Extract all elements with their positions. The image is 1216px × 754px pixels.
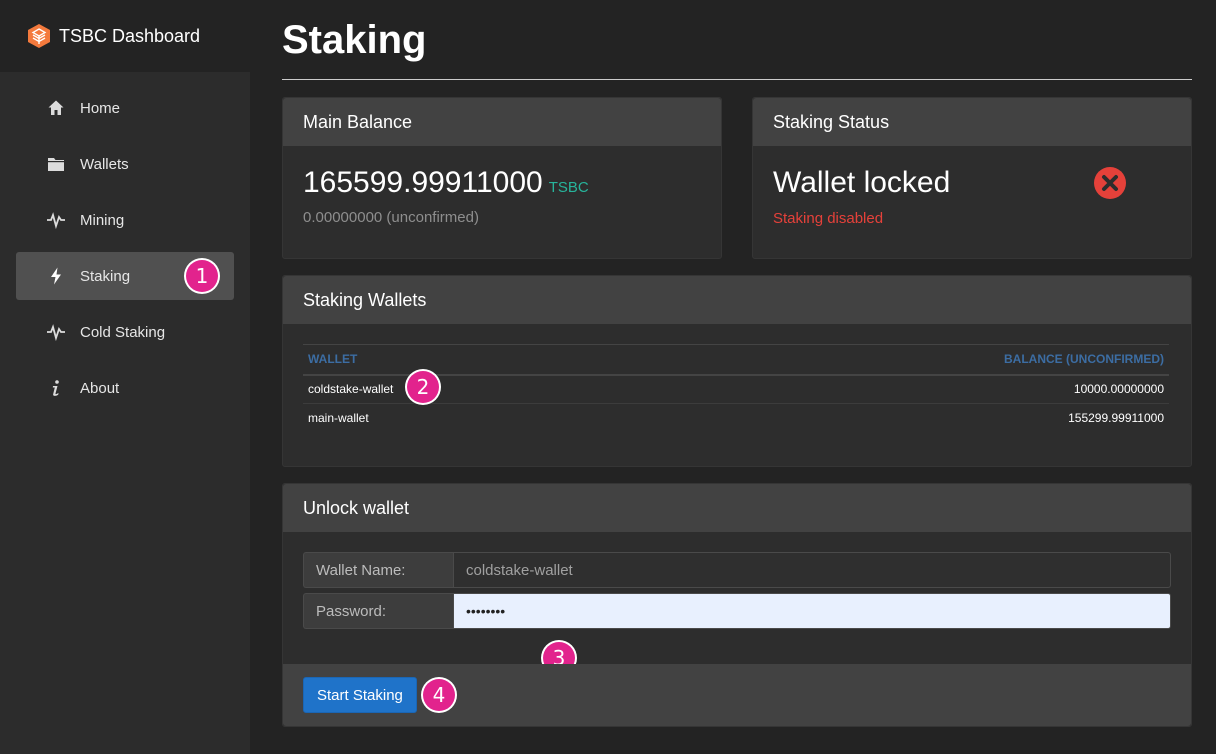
sidebar-item-cold-staking[interactable]: Cold Staking (16, 308, 234, 356)
activity-icon (46, 322, 66, 342)
card-header: Staking Status (753, 98, 1191, 146)
wallet-name: coldstake-wallet (303, 374, 615, 404)
card-header: Staking Wallets (283, 276, 1191, 324)
wallet-name-field[interactable]: coldstake-wallet (453, 552, 1171, 588)
staking-wallets-card: Staking Wallets Wallet Balance (unconfir… (282, 275, 1192, 467)
sidebar-item-label: Staking (80, 267, 131, 285)
annotation-badge-1: 1 (186, 260, 218, 292)
wallet-name-label: Wallet Name: (303, 552, 453, 588)
start-staking-button[interactable]: Start Staking (303, 677, 417, 713)
balance-unit: TSBC (548, 179, 589, 196)
error-circle-icon (1094, 167, 1126, 199)
sidebar-item-home[interactable]: Home (16, 84, 234, 132)
status-subtitle: Staking disabled (773, 210, 884, 227)
card-footer: Start Staking 4 (283, 664, 1191, 726)
balance-amount: 165599.99911000 (303, 166, 543, 199)
wallet-name: main-wallet (308, 411, 369, 426)
card-header: Main Balance (283, 98, 721, 146)
sidebar-item-label: About (80, 379, 120, 397)
folder-icon (46, 154, 66, 174)
annotation-badge-2: 2 (407, 371, 439, 403)
logo-icon (28, 24, 50, 48)
brand-name: TSBC Dashboard (59, 25, 201, 46)
page-title: Staking (282, 0, 1192, 80)
sidebar: TSBC Dashboard Home Wallets Mining Staki… (0, 0, 250, 754)
brand[interactable]: TSBC Dashboard (0, 0, 250, 72)
sidebar-item-about[interactable]: About (16, 364, 234, 412)
column-header-wallet: Wallet (303, 344, 615, 376)
activity-icon (46, 210, 66, 230)
password-value: •••••••• (466, 603, 506, 619)
home-icon (46, 98, 66, 118)
wallet-balance: 155299.99911000 (1068, 411, 1164, 426)
sidebar-item-label: Cold Staking (80, 323, 166, 341)
sidebar-item-mining[interactable]: Mining (16, 196, 234, 244)
main-content: Staking (282, 0, 1192, 80)
sidebar-item-label: Mining (80, 211, 125, 229)
staking-status-card: Staking Status Wallet locked Staking dis… (752, 97, 1192, 259)
unconfirmed-balance: 0.00000000 (unconfirmed) (303, 209, 479, 226)
unlock-wallet-card: Unlock wallet Wallet Name: coldstake-wal… (282, 483, 1192, 727)
sidebar-nav: Home Wallets Mining Staking 1 Cold Staki… (0, 72, 250, 412)
main-balance-card: Main Balance 165599.99911000 TSBC 0.0000… (282, 97, 722, 259)
column-header-balance: Balance (unconfirmed) (614, 344, 1169, 376)
wallet-balance: 10000.00000000 (614, 374, 1169, 404)
card-header: Unlock wallet (283, 484, 1191, 532)
table-row[interactable]: main-wallet 155299.99911000 (303, 404, 1169, 433)
table-header-row: Wallet Balance (unconfirmed) (303, 344, 1169, 376)
password-label: Password: (303, 593, 453, 629)
status-title: Wallet locked (773, 166, 951, 199)
bolt-icon (46, 266, 66, 286)
info-icon (46, 378, 66, 398)
wallet-name-row: Wallet Name: coldstake-wallet (303, 552, 1171, 588)
sidebar-item-label: Home (80, 99, 121, 117)
password-field[interactable]: •••••••• (453, 593, 1171, 629)
sidebar-item-staking[interactable]: Staking 1 (16, 252, 234, 300)
password-row: Password: •••••••• (303, 593, 1171, 629)
sidebar-item-wallets[interactable]: Wallets (16, 140, 234, 188)
sidebar-item-label: Wallets (80, 155, 129, 173)
annotation-badge-4: 4 (423, 679, 455, 711)
